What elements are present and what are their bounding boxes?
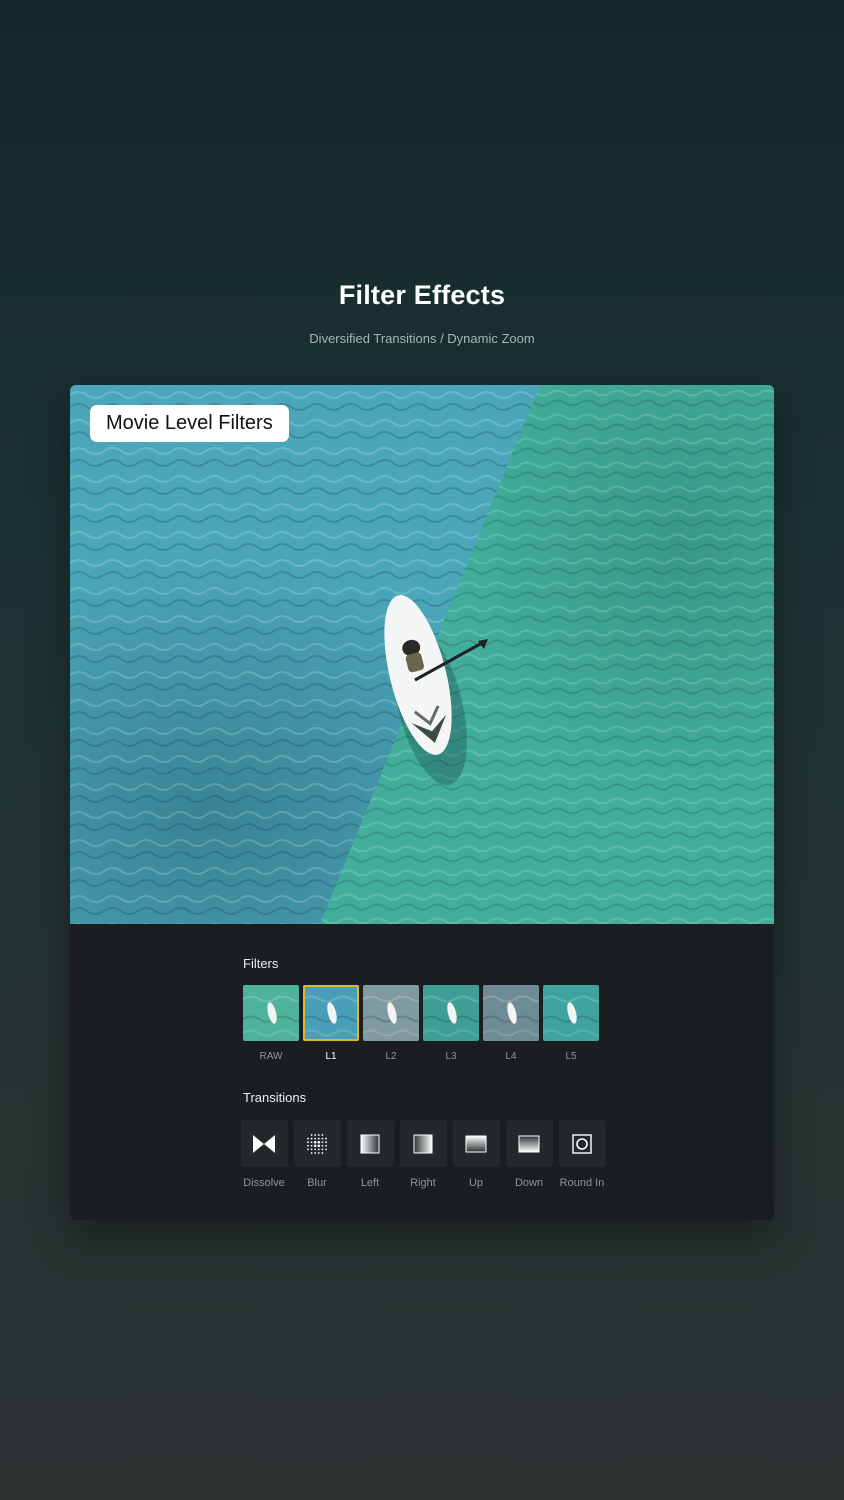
wipe-up-icon[interactable] [452,1120,500,1167]
transition-name: Down [514,1177,544,1189]
transition-name: Right [410,1177,436,1189]
filter-list: RAW L1 L2 L3 L4 L5 [243,985,599,1062]
transition-name: Up [468,1177,484,1189]
page-title: Filter Effects [338,280,506,310]
filter-name: L1 [325,1051,337,1062]
round-in-icon[interactable] [558,1120,606,1167]
page-subtitle: Diversified Transitions / Dynamic Zoom [309,331,535,346]
header: Filter Effects Diversified Transitions /… [0,280,844,346]
filter-name: L2 [385,1051,397,1062]
transition-item-up[interactable]: Up [452,1120,500,1189]
transition-item-dissolve[interactable]: Dissolve [240,1120,288,1189]
transition-item-right[interactable]: Right [399,1120,447,1189]
filter-name: L4 [505,1051,517,1062]
filter-item-l2[interactable]: L2 [363,985,419,1062]
filter-name: L3 [445,1051,457,1062]
transition-name: Round In [559,1177,605,1189]
video-preview: Movie Level Filters [70,385,774,924]
filter-item-raw[interactable]: RAW [243,985,299,1062]
transition-item-down[interactable]: Down [505,1120,553,1189]
filter-thumbnail[interactable] [243,985,299,1041]
wipe-down-icon[interactable] [505,1120,553,1167]
effects-panel: Filters RAW L1 L2 L3 L4 L5 Transitions Dissol… [70,924,774,1220]
transitions-heading: Transitions [243,1090,307,1105]
filter-item-l5[interactable]: L5 [543,985,599,1062]
transition-item-left[interactable]: Left [346,1120,394,1189]
filters-heading: Filters [243,956,279,971]
transition-item-round-in[interactable]: Round In [558,1120,606,1189]
dissolve-icon[interactable] [240,1120,288,1167]
blur-icon[interactable] [293,1120,341,1167]
filter-thumbnail[interactable] [363,985,419,1041]
filter-thumbnail[interactable] [483,985,539,1041]
transition-name: Blur [307,1177,327,1189]
filter-demo-card: Movie Level Filters Filters RAW L1 L2 L3 L4 L… [70,385,774,1220]
filter-item-l4[interactable]: L4 [483,985,539,1062]
filter-name: L5 [565,1051,577,1062]
wipe-left-icon[interactable] [346,1120,394,1167]
transition-name: Left [360,1177,380,1189]
filter-thumbnail[interactable] [423,985,479,1041]
filter-thumbnail[interactable] [543,985,599,1041]
transition-name: Dissolve [243,1177,285,1189]
wipe-right-icon[interactable] [399,1120,447,1167]
filter-item-l1[interactable]: L1 [303,985,359,1062]
movie-level-filters-badge: Movie Level Filters [90,405,289,442]
filter-item-l3[interactable]: L3 [423,985,479,1062]
preview-image [70,385,774,924]
filter-thumbnail[interactable] [303,985,359,1041]
filter-name: RAW [259,1051,283,1062]
transition-list: Dissolve Blur Left Right Up Down Round In [240,1120,606,1189]
transition-item-blur[interactable]: Blur [293,1120,341,1189]
